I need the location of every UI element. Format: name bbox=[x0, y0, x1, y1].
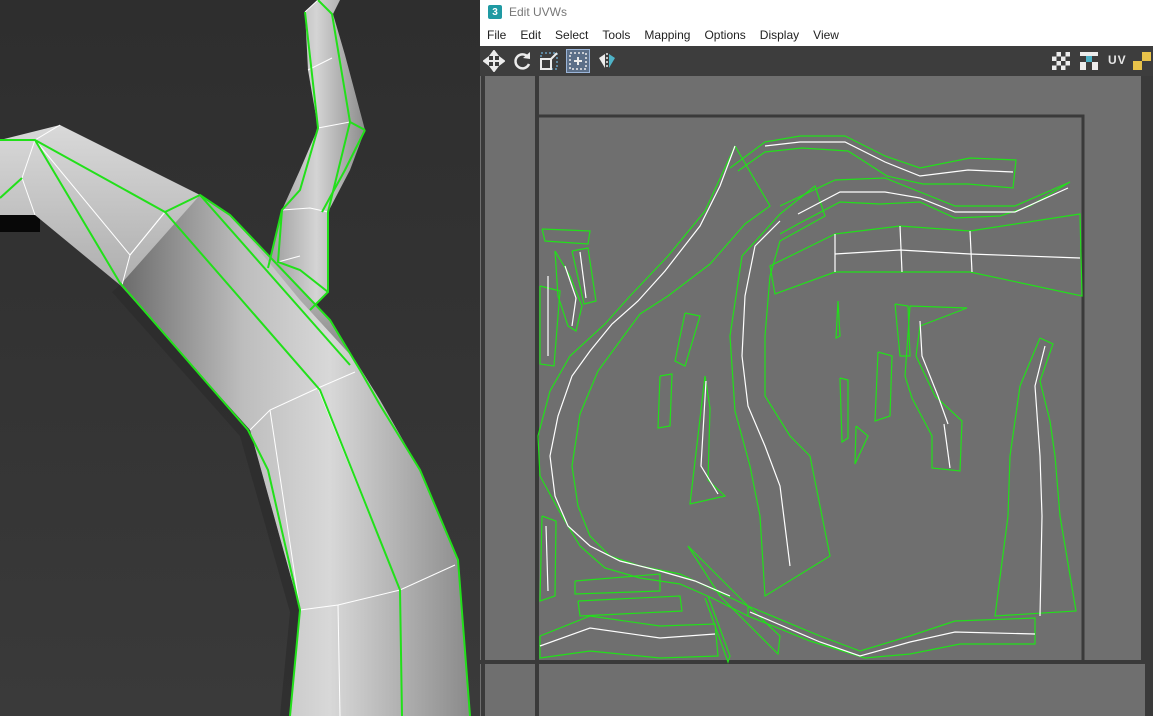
window-title: Edit UVWs bbox=[509, 5, 568, 19]
uv-editor-canvas[interactable] bbox=[480, 76, 1153, 716]
uv-channel-label: UV bbox=[1108, 53, 1127, 67]
mirror-icon bbox=[599, 53, 615, 69]
menu-view[interactable]: View bbox=[806, 28, 846, 42]
menu-edit[interactable]: Edit bbox=[513, 28, 548, 42]
texture-checker-button[interactable] bbox=[1131, 50, 1153, 72]
rotate-icon bbox=[514, 52, 531, 70]
menu-bar: File Edit Select Tools Mapping Options D… bbox=[480, 24, 1153, 46]
move-icon bbox=[483, 50, 505, 72]
scale-icon bbox=[540, 52, 558, 70]
edit-uvws-window: 3 Edit UVWs File Edit Select Tools Mappi… bbox=[480, 0, 1153, 716]
checker-map-icon bbox=[1080, 52, 1098, 70]
menu-options[interactable]: Options bbox=[697, 28, 752, 42]
menu-tools[interactable]: Tools bbox=[595, 28, 637, 42]
checker-map-button[interactable] bbox=[1078, 50, 1100, 72]
app-icon: 3 bbox=[488, 5, 502, 19]
uv-layout bbox=[480, 76, 1153, 716]
texture-checker-icon bbox=[1133, 52, 1151, 70]
menu-select[interactable]: Select bbox=[548, 28, 595, 42]
checker-pattern-icon bbox=[1052, 52, 1070, 70]
checker-pattern-button[interactable] bbox=[1050, 50, 1072, 72]
mirror-tool-button[interactable] bbox=[596, 50, 618, 72]
move-tool-button[interactable] bbox=[483, 50, 505, 72]
menu-display[interactable]: Display bbox=[753, 28, 806, 42]
canvas-scroll-edge[interactable] bbox=[1145, 76, 1153, 716]
freeform-tool-button[interactable] bbox=[566, 49, 590, 73]
title-bar[interactable]: 3 Edit UVWs bbox=[480, 0, 1153, 24]
scale-tool-button[interactable] bbox=[538, 50, 560, 72]
rotate-tool-button[interactable] bbox=[511, 50, 533, 72]
menu-file[interactable]: File bbox=[480, 28, 513, 42]
3d-viewport[interactable] bbox=[0, 0, 480, 716]
freeform-icon bbox=[569, 52, 587, 70]
uv-toolbar: UV bbox=[480, 46, 1153, 77]
menu-mapping[interactable]: Mapping bbox=[637, 28, 697, 42]
branch-mesh bbox=[0, 0, 471, 716]
